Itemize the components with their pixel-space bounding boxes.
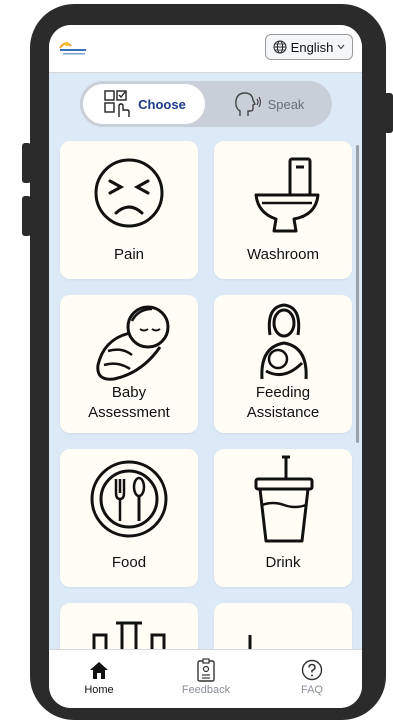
- card-label: Food: [111, 554, 147, 571]
- language-label: English: [290, 39, 334, 55]
- nav-home[interactable]: Home: [59, 656, 139, 696]
- nav-faq-label: FAQ: [300, 684, 323, 696]
- choose-tab[interactable]: Choose: [83, 84, 205, 124]
- pain-face-icon: [94, 158, 164, 228]
- speak-tab[interactable]: Speak: [208, 84, 328, 124]
- power-button: [384, 93, 393, 133]
- card-label: Pain: [113, 246, 145, 263]
- question-circle-icon: [301, 659, 323, 681]
- partially-visible-icon: [92, 621, 166, 649]
- nav-home-label: Home: [84, 684, 114, 696]
- home-icon: [90, 662, 108, 679]
- card-drink[interactable]: Drink: [214, 449, 352, 587]
- nav-feedback-label: Feedback: [181, 684, 231, 696]
- mode-toggle: Choose Speak: [80, 81, 332, 127]
- card-label-line1: Feeding: [255, 384, 311, 401]
- card-pain[interactable]: Pain: [60, 141, 198, 279]
- chevron-down-icon: [337, 44, 345, 50]
- card-feeding-assistance[interactable]: Feeding Assistance: [214, 295, 352, 433]
- choose-label: Choose: [138, 96, 186, 112]
- card-partial-left[interactable]: [60, 603, 198, 649]
- volume-up-button: [22, 143, 31, 183]
- breastfeeding-icon: [260, 303, 308, 380]
- nav-faq[interactable]: FAQ: [272, 656, 352, 696]
- swaddled-baby-icon: [96, 305, 170, 381]
- app-screen: English Choose Speak Pain Washroom Baby …: [49, 25, 362, 708]
- category-grid: Pain Washroom Baby Assessment Feeding As…: [49, 139, 362, 649]
- speak-label: Speak: [267, 96, 305, 112]
- card-label: Washroom: [247, 246, 319, 263]
- app-header: English: [49, 25, 362, 73]
- nav-feedback[interactable]: Feedback: [166, 656, 246, 696]
- card-food[interactable]: Food: [60, 449, 198, 587]
- card-label: Drink: [265, 554, 301, 571]
- cup-straw-icon: [254, 455, 314, 543]
- card-washroom[interactable]: Washroom: [214, 141, 352, 279]
- card-baby-assessment[interactable]: Baby Assessment: [60, 295, 198, 433]
- scrollbar[interactable]: [356, 145, 359, 443]
- language-selector[interactable]: English: [265, 34, 353, 60]
- choose-grid-icon: [104, 90, 130, 117]
- card-label-line2: Assistance: [246, 404, 320, 421]
- bottom-nav: Home Feedback FAQ: [49, 649, 362, 708]
- toilet-icon: [254, 157, 320, 233]
- card-label-line2: Assessment: [88, 404, 170, 421]
- card-partial-right[interactable]: [214, 603, 352, 649]
- card-label-line1: Baby: [111, 384, 147, 401]
- partially-visible-icon: [248, 635, 252, 649]
- clipboard-icon: [197, 658, 215, 682]
- volume-down-button: [22, 196, 31, 236]
- plate-utensils-icon: [90, 460, 168, 538]
- globe-icon: [273, 40, 287, 54]
- brightstar-logo-icon: [59, 42, 86, 55]
- speaking-head-icon: [234, 92, 261, 116]
